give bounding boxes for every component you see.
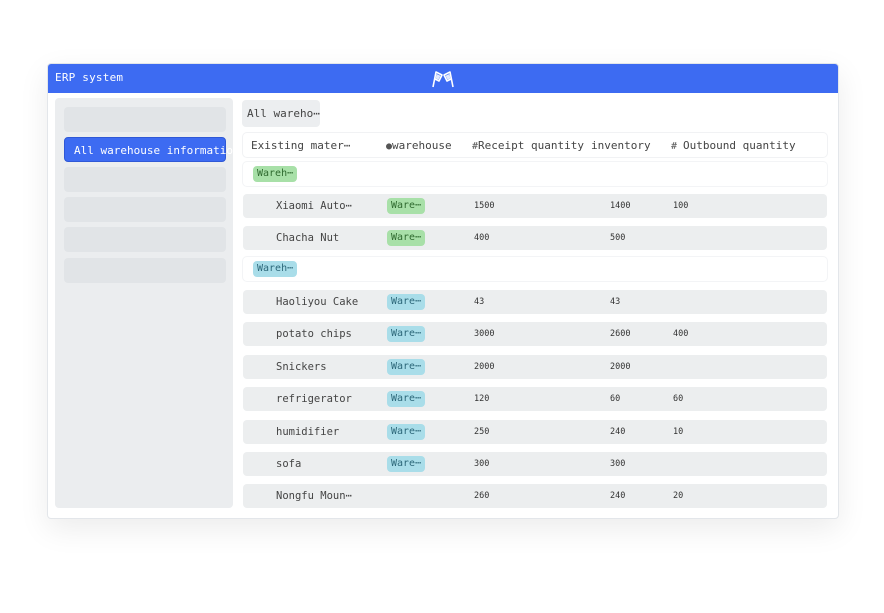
table-row[interactable]: sofa Ware⋯ 300 300 xyxy=(243,452,827,476)
outbound-cell: 10 xyxy=(673,427,684,437)
column-header-label: Receipt quantity xyxy=(478,139,584,152)
app-window: ERP system All warehouse information All… xyxy=(47,63,839,519)
number-icon: # xyxy=(671,141,684,152)
material-cell: Nongfu Moun⋯ xyxy=(276,490,352,502)
sidebar-item-label: All warehouse information xyxy=(74,144,240,157)
table-row[interactable]: potato chips Ware⋯ 3000 2600 400 xyxy=(243,322,827,346)
sidebar-item-6[interactable] xyxy=(64,258,226,283)
sidebar-item-4[interactable] xyxy=(64,197,226,222)
receipt-cell: 1500 xyxy=(474,201,495,211)
material-cell: sofa xyxy=(276,458,302,470)
sidebar-item-1[interactable] xyxy=(64,107,226,132)
inventory-cell: 43 xyxy=(610,297,621,307)
group-tag: Wareh⋯ xyxy=(253,261,298,277)
column-header-label: Outbound quantity xyxy=(683,139,796,152)
warehouse-tag: Ware⋯ xyxy=(387,230,426,246)
column-header-outbound[interactable]: # Outbound quantity xyxy=(671,139,796,152)
receipt-cell: 3000 xyxy=(474,329,495,339)
table-row[interactable]: Haoliyou Cake Ware⋯ 43 43 xyxy=(243,290,827,314)
receipt-cell: 120 xyxy=(474,394,490,404)
outbound-cell: 20 xyxy=(673,491,684,501)
table-row[interactable]: refrigerator Ware⋯ 120 60 60 xyxy=(243,387,827,411)
view-tab-label: All wareho⋯ xyxy=(247,107,320,120)
app-title: ERP system xyxy=(55,71,124,84)
inventory-cell: 500 xyxy=(610,233,626,243)
group-header-row[interactable]: Wareh⋯ xyxy=(243,162,827,186)
table-row[interactable]: Snickers Ware⋯ 2000 2000 xyxy=(243,355,827,379)
inventory-cell: 1400 xyxy=(610,201,631,211)
sidebar: All warehouse information xyxy=(55,98,240,508)
column-header-label: inventory xyxy=(591,139,651,152)
warehouse-tag: Ware⋯ xyxy=(387,326,426,342)
column-header-label: warehouse xyxy=(392,139,452,152)
receipt-cell: 250 xyxy=(474,427,490,437)
warehouse-tag: Ware⋯ xyxy=(387,456,426,472)
receipt-cell: 260 xyxy=(474,491,490,501)
material-cell: Xiaomi Auto⋯ xyxy=(276,200,352,212)
column-header-receipt[interactable]: #Receipt quantity xyxy=(472,139,584,152)
material-cell: Haoliyou Cake xyxy=(276,296,359,308)
warehouse-tag: Ware⋯ xyxy=(387,424,426,440)
receipt-cell: 400 xyxy=(474,233,490,243)
sidebar-item-5[interactable] xyxy=(64,227,226,252)
warehouse-tag: Ware⋯ xyxy=(387,294,426,310)
table-row[interactable]: Nongfu Moun⋯ 260 240 20 xyxy=(243,484,827,508)
view-tab[interactable]: All wareho⋯ xyxy=(242,100,320,127)
material-cell: humidifier xyxy=(276,426,340,438)
warehouse-tag: Ware⋯ xyxy=(387,391,426,407)
column-header-material[interactable]: Existing mater⋯ xyxy=(251,139,350,152)
outbound-cell: 400 xyxy=(673,329,689,339)
inventory-cell: 240 xyxy=(610,491,626,501)
table-row[interactable]: humidifier Ware⋯ 250 240 10 xyxy=(243,420,827,444)
receipt-cell: 43 xyxy=(474,297,485,307)
flags-icon xyxy=(432,71,454,88)
sidebar-item-all-warehouse-information[interactable]: All warehouse information xyxy=(64,137,240,162)
sidebar-item-3[interactable] xyxy=(64,167,226,192)
column-header-inventory[interactable]: inventory xyxy=(591,139,651,152)
material-cell: Chacha Nut xyxy=(276,232,340,244)
material-cell: refrigerator xyxy=(276,393,352,405)
receipt-cell: 300 xyxy=(474,459,490,469)
inventory-cell: 2600 xyxy=(610,329,631,339)
outbound-cell: 60 xyxy=(673,394,684,404)
column-header-warehouse[interactable]: ●warehouse xyxy=(386,139,452,152)
warehouse-tag: Ware⋯ xyxy=(387,198,426,214)
inventory-cell: 240 xyxy=(610,427,626,437)
warehouse-tag: Ware⋯ xyxy=(387,359,426,375)
inventory-cell: 2000 xyxy=(610,362,631,372)
table-header: Existing mater⋯ ●warehouse #Receipt quan… xyxy=(243,133,827,157)
material-cell: Snickers xyxy=(276,361,327,373)
table-row[interactable]: Xiaomi Auto⋯ Ware⋯ 1500 1400 100 xyxy=(243,194,827,218)
column-header-label: Existing mater⋯ xyxy=(251,139,351,152)
table-row[interactable]: Chacha Nut Ware⋯ 400 500 xyxy=(243,226,827,250)
inventory-cell: 300 xyxy=(610,459,626,469)
outbound-cell: 100 xyxy=(673,201,689,211)
group-header-row[interactable]: Wareh⋯ xyxy=(243,257,827,281)
material-cell: potato chips xyxy=(276,328,352,340)
title-bar: ERP system xyxy=(48,64,838,93)
receipt-cell: 2000 xyxy=(474,362,495,372)
inventory-cell: 60 xyxy=(610,394,621,404)
group-tag: Wareh⋯ xyxy=(253,166,298,182)
